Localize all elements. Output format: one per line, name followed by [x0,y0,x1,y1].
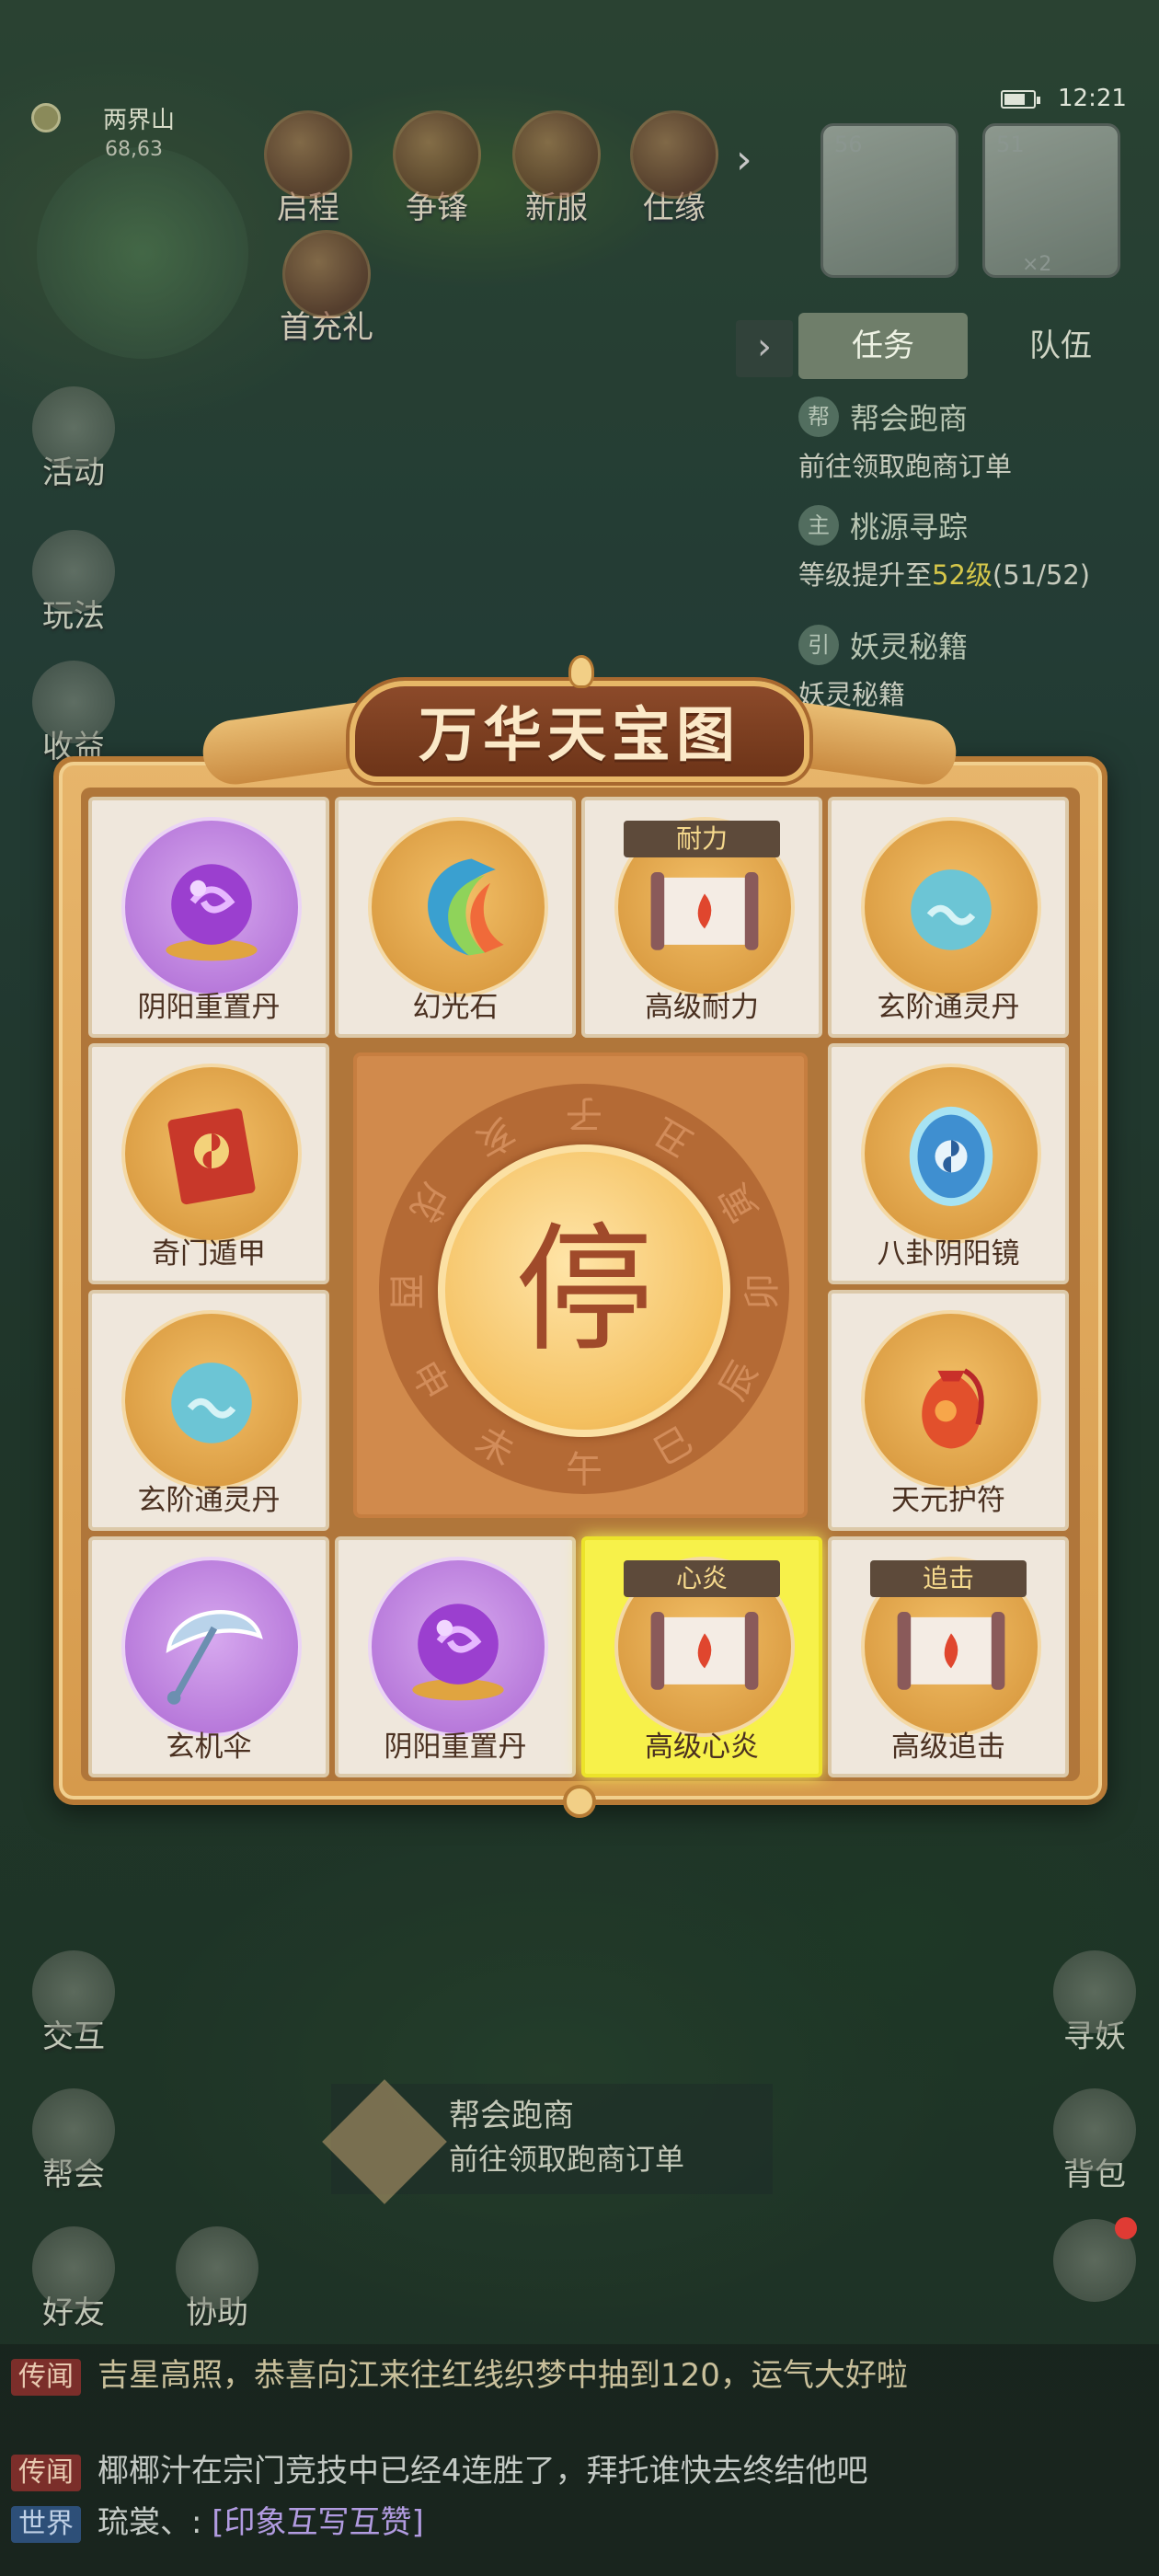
notification-dot [1115,2217,1137,2239]
expand-arrow-icon[interactable]: › [736,136,752,183]
coin-bag-icon [32,661,115,743]
tab-task[interactable]: 任务 [798,313,968,379]
task-tracker-title: 帮会跑商 [449,2098,574,2134]
reward-cell-selected[interactable]: 心炎 高级心炎 [581,1536,822,1777]
gameplay-button[interactable]: 玩法 [18,530,129,636]
event-button-zhengfeng[interactable]: 争锋 [377,110,497,227]
reward-cell[interactable]: 耐力 高级耐力 [581,797,822,1038]
collapse-panel-icon[interactable]: › [736,320,793,377]
event-button-qicheng[interactable]: 启程 [248,110,368,227]
zodiac-char: 酉 [384,1273,427,1310]
quest-item[interactable]: 主桃源寻踪 等级提升至52级(51/52) [798,504,1141,592]
spirit-pill-icon [911,869,992,950]
reward-cell[interactable]: 阴阳重置丹 [88,797,329,1038]
reward-cell[interactable]: 玄机伞 [88,1536,329,1777]
bagua-mirror-icon [909,1106,993,1206]
reward-cell[interactable]: 奇门遁甲 [88,1043,329,1284]
activity-icon [32,386,115,469]
purple-orb-icon [166,864,258,961]
skill-scroll-icon [897,1612,1005,1690]
dialog-title: 万华天宝图 [419,701,740,770]
scroll-icon [264,110,352,199]
stop-button-label[interactable]: 停 [438,1144,730,1437]
chat-message: 传闻 吉星高照，恭喜向江来往红线织梦中抽到120，运气大好啦 [11,2350,1142,2396]
minimap[interactable] [37,147,248,359]
event-button-xinfu[interactable]: 新服 [497,110,616,227]
guild-button[interactable]: 帮会 [18,2088,129,2194]
spirit-pill-icon [171,1363,252,1443]
title-knob-ornament [568,655,594,688]
quest-item[interactable]: 帮帮会跑商 前往领取跑商订单 [798,396,1141,484]
zodiac-char: 卯 [741,1273,784,1310]
bottom-knob-ornament [563,1785,596,1818]
spin-wheel: 子丑寅卯辰巳午未申酉戌亥 停 [353,1052,808,1518]
skill-scroll-icon [650,872,759,950]
friends-icon [32,2226,115,2309]
reward-cell[interactable]: 玄阶通灵丹 [88,1290,329,1531]
party-member-portrait[interactable]: 56 [820,123,958,278]
clock: 12:21 [1058,85,1127,112]
first-recharge-button[interactable]: 首充礼 [267,230,386,347]
book-icon [32,530,115,613]
guild-icon [32,2088,115,2171]
assist-button[interactable]: 协助 [162,2226,272,2332]
reward-cell[interactable]: 幻光石 [335,797,576,1038]
reward-cell[interactable]: 追击 高级追击 [828,1536,1069,1777]
battery-icon [1001,90,1040,109]
event-button-shiyuan[interactable]: 仕缘 [614,110,734,227]
party-member-portrait[interactable]: 51 ×2 [982,123,1120,278]
flag-icon [393,110,481,199]
gift-icon [512,110,601,199]
interact-button[interactable]: 交互 [18,1950,129,2056]
taiji-book-icon [167,1108,256,1205]
chat-panel[interactable]: 传闻 吉星高照，恭喜向江来往红线织梦中抽到120，运气大好啦 传闻 椰椰汁在宗门竞技… [0,2344,1159,2576]
reward-cell[interactable]: 玄阶通灵丹 [828,797,1069,1038]
zodiac-char: 子 [566,1092,602,1134]
find-demon-button[interactable]: 寻妖 [1039,1950,1150,2056]
assist-icon [176,2226,258,2309]
chat-message: 世界 琉裳、: [印象互写互赞] [11,2497,1142,2543]
demon-icon [1053,1950,1136,2033]
chat-message: 传闻 椰椰汁在宗门竞技中已经4连胜了，拜托谁快去终结他吧 [11,2445,1142,2491]
umbrella-icon [166,1610,263,1705]
location-coords: 68,63 [105,138,163,161]
earnings-button[interactable]: 收益 [18,661,129,766]
task-tracker-desc: 前往领取跑商订单 [449,2142,685,2177]
tab-team[interactable]: 队伍 [982,313,1139,379]
location-name: 两界山 [103,107,176,134]
quest-item[interactable]: 引妖灵秘籍 妖灵秘籍 [798,624,1141,712]
reward-cell[interactable]: 八卦阴阳镜 [828,1043,1069,1284]
amulet-pouch-icon [922,1368,984,1449]
purple-orb-icon [412,1604,504,1701]
rainbow-stone-icon [428,858,504,956]
backpack-button[interactable]: 背包 [1039,2088,1150,2194]
lantern-icon [630,110,718,199]
location-pin-icon [31,103,61,132]
interact-icon [32,1950,115,2033]
backpack-icon [1053,2088,1136,2171]
side-tabs: 任务 队伍 [798,313,1141,379]
reward-cell[interactable]: 天元护符 [828,1290,1069,1531]
activity-button[interactable]: 活动 [18,386,129,492]
gift-box-icon [282,230,371,318]
reward-cell[interactable]: 阴阳重置丹 [335,1536,576,1777]
friends-button[interactable]: 好友 [18,2226,129,2332]
zodiac-char: 午 [566,1449,602,1491]
skill-scroll-icon [650,1612,759,1690]
